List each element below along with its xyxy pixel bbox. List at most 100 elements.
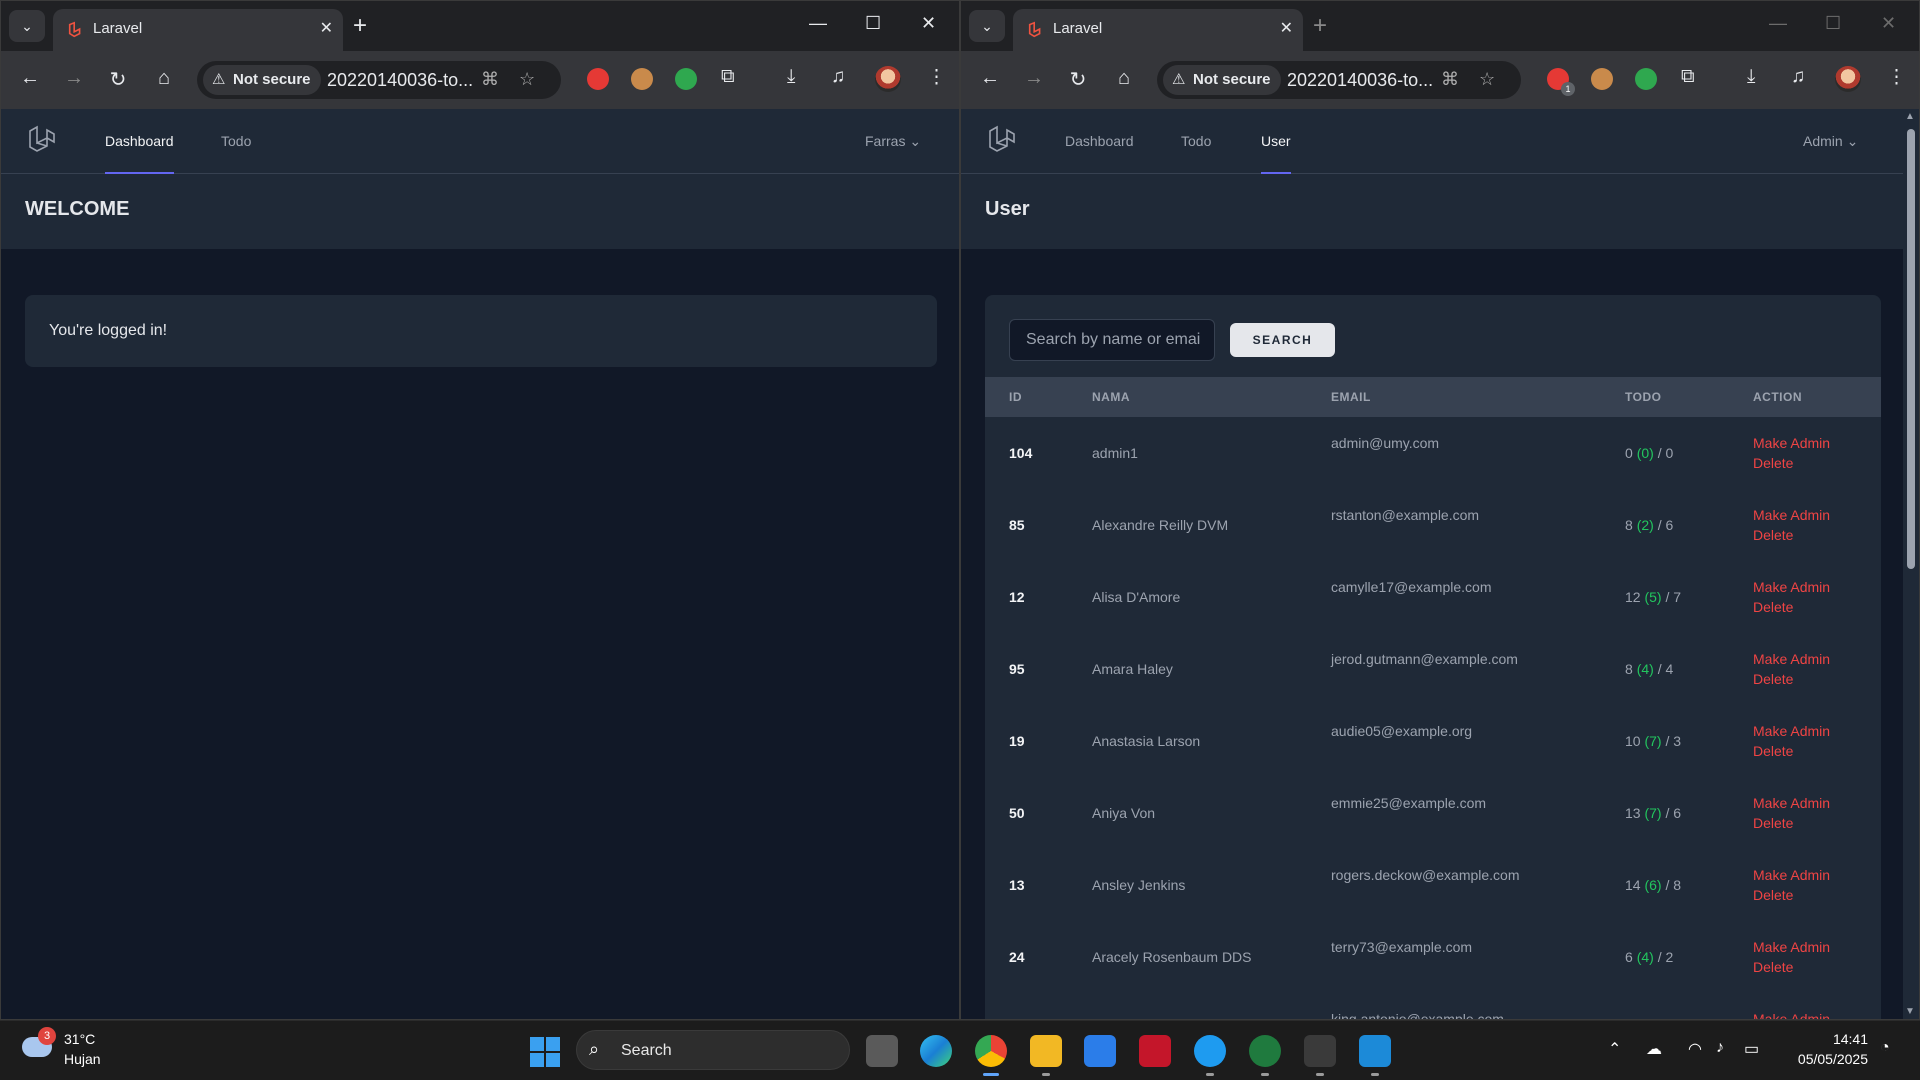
extension-stop-icon[interactable]: 1 xyxy=(1547,68,1575,96)
not-secure-chip[interactable]: ⚠ Not secure xyxy=(203,65,321,95)
menu-dots-icon[interactable]: ⋮ xyxy=(1887,66,1906,89)
make-admin-link[interactable]: Make Admin xyxy=(1753,1011,1830,1019)
download-icon[interactable]: ⤓ xyxy=(787,66,795,88)
maximize-icon[interactable]: ☐ xyxy=(865,13,881,34)
delete-link[interactable]: Delete xyxy=(1753,887,1793,903)
extension-eye-icon[interactable] xyxy=(1635,68,1657,90)
translate-icon[interactable]: ⌘ xyxy=(481,69,499,90)
extension-stop-icon[interactable] xyxy=(587,68,609,90)
media-control-icon[interactable]: ♫ xyxy=(831,66,845,88)
microsoft-store-icon[interactable] xyxy=(1084,1035,1116,1067)
volume-icon[interactable]: ♪ xyxy=(1716,1039,1724,1057)
browser-tab[interactable]: Laravel ✕ xyxy=(1013,9,1303,51)
tab-close-icon[interactable]: ✕ xyxy=(320,18,333,38)
tab-search-button[interactable]: ⌄ xyxy=(9,10,45,42)
tab-close-icon[interactable]: ✕ xyxy=(1280,18,1293,38)
windows-start-icon[interactable] xyxy=(530,1037,560,1067)
extension-cookie-icon[interactable] xyxy=(1591,68,1613,90)
terminal-icon[interactable] xyxy=(1304,1035,1336,1076)
address-bar[interactable]: ⚠ Not secure 20220140036-to... ⌘ ☆ xyxy=(197,61,561,99)
user-menu[interactable]: Farras ⌄ xyxy=(865,109,921,174)
edge-browser-icon[interactable] xyxy=(920,1035,952,1067)
system-clock[interactable]: 14:41 05/05/2025 xyxy=(1788,1031,1868,1071)
menu-dots-icon[interactable]: ⋮ xyxy=(927,66,946,89)
address-bar[interactable]: ⚠ Not secure 20220140036-to... ⌘ ☆ xyxy=(1157,61,1521,99)
scroll-up-icon[interactable]: ▲ xyxy=(1905,111,1915,122)
search-input[interactable]: Search by name or emai xyxy=(1009,319,1215,361)
delete-link[interactable]: Delete xyxy=(1753,599,1793,615)
chrome-browser-icon[interactable] xyxy=(975,1035,1007,1076)
make-admin-link[interactable]: Make Admin xyxy=(1753,867,1830,883)
new-tab-button[interactable]: + xyxy=(353,11,367,41)
bookmark-star-icon[interactable]: ☆ xyxy=(519,69,535,90)
make-admin-link[interactable]: Make Admin xyxy=(1753,939,1830,955)
profile-avatar[interactable] xyxy=(875,66,901,92)
reload-icon[interactable]: ↻ xyxy=(105,67,131,92)
user-menu[interactable]: Admin ⌄ xyxy=(1803,109,1858,174)
user-id: 13 xyxy=(1009,877,1025,893)
file-explorer-icon[interactable] xyxy=(1030,1035,1062,1076)
wifi-icon[interactable]: ◠ xyxy=(1688,1039,1702,1059)
tray-overflow-icon[interactable]: ⌃ xyxy=(1608,1039,1621,1059)
nav-todo[interactable]: Todo xyxy=(1181,109,1211,174)
make-admin-link[interactable]: Make Admin xyxy=(1753,579,1830,595)
bookmark-star-icon[interactable]: ☆ xyxy=(1479,69,1495,90)
nav-dashboard[interactable]: Dashboard xyxy=(1065,109,1134,174)
make-admin-link[interactable]: Make Admin xyxy=(1753,507,1830,523)
forward-icon[interactable]: → xyxy=(61,67,87,90)
home-icon[interactable]: ⌂ xyxy=(151,67,177,90)
minimize-icon[interactable]: — xyxy=(1769,13,1787,34)
laravel-logo-icon[interactable] xyxy=(25,123,61,159)
tab-search-button[interactable]: ⌄ xyxy=(969,10,1005,42)
extension-eye-icon[interactable] xyxy=(675,68,697,90)
task-view-icon[interactable] xyxy=(866,1035,898,1067)
extensions-puzzle-icon[interactable]: ⧉ xyxy=(1681,66,1695,88)
battery-icon[interactable]: ▭ xyxy=(1744,1039,1759,1059)
browser-tab[interactable]: Laravel ✕ xyxy=(53,9,343,51)
delete-link[interactable]: Delete xyxy=(1753,743,1793,759)
make-admin-link[interactable]: Make Admin xyxy=(1753,435,1830,451)
download-icon[interactable]: ⤓ xyxy=(1747,66,1755,88)
nav-dashboard[interactable]: Dashboard xyxy=(105,109,174,174)
extension-cookie-icon[interactable] xyxy=(631,68,653,90)
home-icon[interactable]: ⌂ xyxy=(1111,67,1137,90)
taskbar-search[interactable]: ⌕ Search xyxy=(576,1030,850,1070)
todo-total: 6 xyxy=(1625,949,1633,965)
translate-icon[interactable]: ⌘ xyxy=(1441,69,1459,90)
laravel-logo-icon[interactable] xyxy=(985,123,1021,159)
nav-todo[interactable]: Todo xyxy=(221,109,251,174)
make-admin-link[interactable]: Make Admin xyxy=(1753,651,1830,667)
back-icon[interactable]: ← xyxy=(977,67,1003,90)
user-name: Alexandre Reilly DVM xyxy=(1092,517,1229,533)
extensions-puzzle-icon[interactable]: ⧉ xyxy=(721,66,735,88)
delete-link[interactable]: Delete xyxy=(1753,959,1793,975)
not-secure-chip[interactable]: ⚠ Not secure xyxy=(1163,65,1281,95)
mendeley-icon[interactable] xyxy=(1139,1035,1171,1067)
reload-icon[interactable]: ↻ xyxy=(1065,67,1091,92)
hs-app-icon[interactable] xyxy=(1249,1035,1281,1076)
minimize-icon[interactable]: — xyxy=(809,13,827,34)
nav-user[interactable]: User xyxy=(1261,109,1291,174)
maximize-icon[interactable]: ☐ xyxy=(1825,13,1841,34)
delete-link[interactable]: Delete xyxy=(1753,671,1793,687)
media-control-icon[interactable]: ♫ xyxy=(1791,66,1805,88)
delete-link[interactable]: Delete xyxy=(1753,527,1793,543)
delete-link[interactable]: Delete xyxy=(1753,815,1793,831)
new-tab-button[interactable]: + xyxy=(1313,11,1327,41)
scroll-down-icon[interactable]: ▼ xyxy=(1905,1006,1915,1017)
make-admin-link[interactable]: Make Admin xyxy=(1753,795,1830,811)
back-icon[interactable]: ← xyxy=(17,67,43,90)
vscode-icon[interactable] xyxy=(1359,1035,1391,1076)
notification-bell-icon[interactable]: ◔ xyxy=(1880,1039,1890,1057)
page-scrollbar[interactable]: ▲ ▼ xyxy=(1903,109,1919,1019)
scroll-thumb[interactable] xyxy=(1907,129,1915,569)
profile-avatar[interactable] xyxy=(1835,66,1861,92)
onedrive-cloud-icon[interactable]: ☁ xyxy=(1646,1039,1662,1059)
close-window-icon[interactable]: ✕ xyxy=(1881,13,1896,34)
forward-icon[interactable]: → xyxy=(1021,67,1047,90)
close-window-icon[interactable]: ✕ xyxy=(921,13,936,34)
delete-link[interactable]: Delete xyxy=(1753,455,1793,471)
messenger-app-icon[interactable] xyxy=(1194,1035,1226,1076)
search-button[interactable]: SEARCH xyxy=(1230,323,1335,357)
make-admin-link[interactable]: Make Admin xyxy=(1753,723,1830,739)
